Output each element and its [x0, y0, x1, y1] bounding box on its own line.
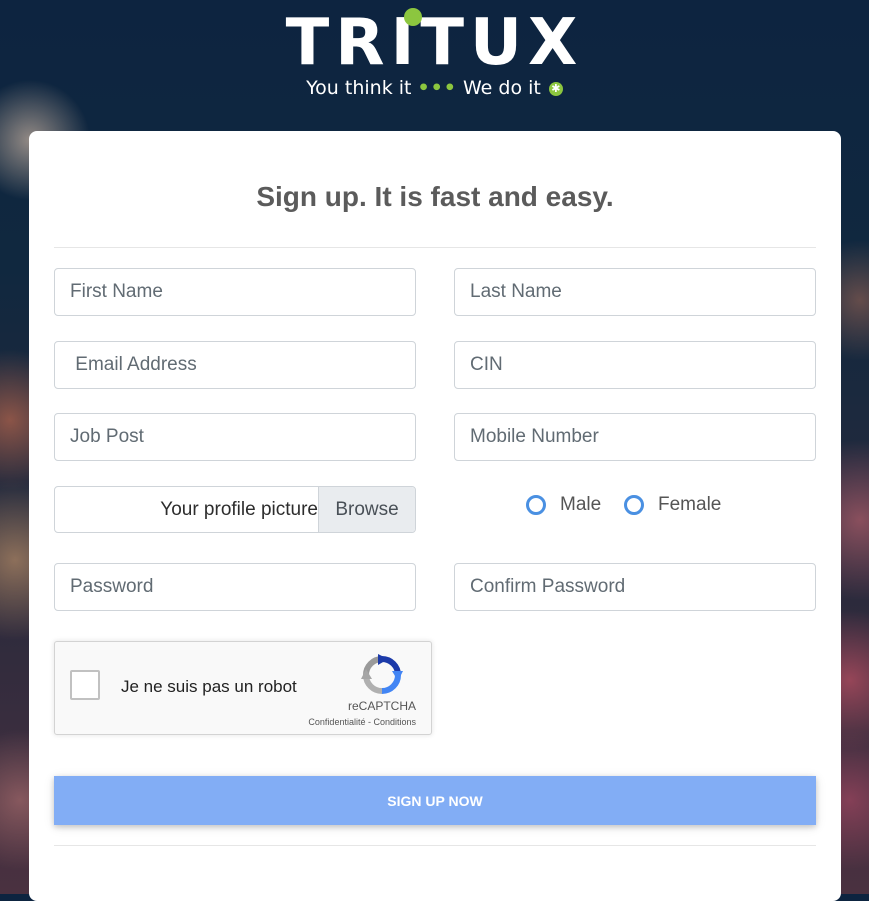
gender-male-label: Male [560, 494, 602, 515]
browse-button[interactable]: Browse [318, 487, 415, 532]
divider-bottom [54, 845, 816, 846]
captcha-terms-link[interactable]: Conditions [373, 717, 416, 727]
captcha-checkbox[interactable] [70, 670, 100, 700]
recaptcha-icon [361, 654, 403, 694]
captcha-privacy-link[interactable]: Confidentialité [308, 717, 365, 727]
radio-icon[interactable] [624, 495, 644, 515]
first-name-input[interactable] [54, 268, 416, 316]
job-post-input[interactable] [54, 413, 416, 461]
recaptcha-widget: Je ne suis pas un robot reCAPTCHA Confid… [54, 641, 432, 735]
captcha-brand: reCAPTCHA [347, 699, 416, 713]
tagline-star-icon: ✱ [548, 81, 563, 96]
divider-top [54, 247, 816, 248]
email-input[interactable] [54, 341, 416, 389]
password-input[interactable] [54, 563, 416, 611]
captcha-links: Confidentialité - Conditions [275, 717, 416, 727]
logo-wordmark: TRITUX [286, 4, 584, 82]
profile-picture-label[interactable]: Your profile picture [55, 487, 318, 532]
gender-female-radio[interactable]: Female [624, 493, 721, 517]
gender-female-label: Female [658, 494, 722, 515]
radio-icon[interactable] [526, 495, 546, 515]
profile-picture-upload[interactable]: Your profile picture Browse [54, 486, 416, 533]
last-name-input[interactable] [454, 268, 816, 316]
sign-up-button[interactable]: Sign up now [54, 776, 816, 825]
signup-card: Sign up. It is fast and easy. Your profi… [29, 131, 841, 901]
logo: TRITUX You think it ••• We do it ✱ [0, 4, 869, 100]
captcha-label: Je ne suis pas un robot [121, 677, 297, 696]
mobile-number-input[interactable] [454, 413, 816, 461]
page-title: Sign up. It is fast and easy. [256, 181, 614, 212]
confirm-password-input[interactable] [454, 563, 816, 611]
logo-name: TRITUX [285, 6, 584, 80]
cin-input[interactable] [454, 341, 816, 389]
gender-male-radio[interactable]: Male [526, 493, 601, 517]
logo-dot-icon [403, 8, 422, 26]
